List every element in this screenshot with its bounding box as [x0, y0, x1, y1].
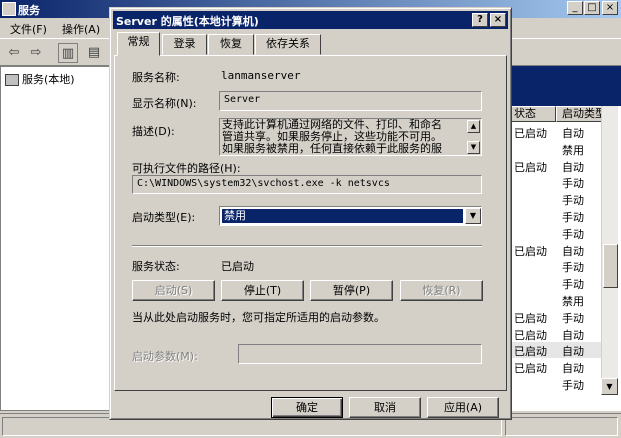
services-tree-pane: 服务(本地) [0, 66, 110, 411]
properties-icon[interactable]: ▤ [84, 43, 104, 63]
start-params-label: 启动参数(M): [132, 350, 198, 363]
row-startup-type: 自动 [562, 160, 584, 174]
tab-dependencies[interactable]: 依存关系 [255, 34, 321, 55]
table-row[interactable]: 手动 [508, 225, 601, 241]
stop-service-button[interactable]: 停止(T) [221, 280, 304, 301]
table-row[interactable]: 手动 [508, 208, 601, 224]
status-pane-right [505, 417, 618, 436]
row-status: 已启动 [514, 127, 547, 140]
display-name-field[interactable]: Server [219, 91, 482, 111]
tab-general[interactable]: 常规 [117, 32, 160, 56]
help-button[interactable]: ? [472, 13, 488, 27]
column-header-status[interactable]: 状态 [508, 106, 556, 122]
table-row[interactable]: 禁用 [508, 292, 601, 308]
start-service-button[interactable]: 启动(S) [132, 280, 215, 301]
dialog-close-button[interactable]: × [490, 13, 506, 27]
tree-item-services-local[interactable]: 服务(本地) [5, 71, 75, 87]
row-startup-type: 手动 [562, 211, 584, 224]
startup-type-label: 启动类型(E): [132, 211, 196, 224]
description-scroll-down-icon[interactable]: ▼ [467, 141, 480, 154]
row-startup-type: 手动 [562, 261, 584, 275]
exe-path-field[interactable]: C:\WINDOWS\system32\svchost.exe -k netsv… [132, 175, 482, 194]
table-row[interactable]: 手动 [508, 191, 601, 207]
menu-file[interactable]: 文件(F) [10, 21, 47, 37]
scrollbar-thumb[interactable] [603, 244, 618, 288]
row-status: 已启动 [514, 311, 547, 325]
scroll-down-arrow-icon[interactable]: ▼ [601, 378, 618, 395]
service-name-value: lanmanserver [221, 69, 301, 82]
description-scroll-up-icon[interactable]: ▲ [467, 120, 480, 133]
row-startup-type: 自动 [562, 345, 584, 359]
table-row[interactable]: 禁用 [508, 141, 601, 157]
display-name-label: 显示名称(N): [132, 97, 197, 110]
services-window-title: 服务 [18, 4, 40, 17]
table-row[interactable]: 已启动 自动 [508, 242, 601, 258]
service-status-label: 服务状态: [132, 260, 180, 273]
row-status: 已启动 [514, 244, 547, 258]
services-app-icon [2, 2, 16, 16]
back-arrow-icon[interactable]: ⇦ [4, 43, 24, 63]
pause-service-button[interactable]: 暂停(P) [310, 280, 393, 301]
row-startup-type: 手动 [562, 379, 584, 392]
table-row[interactable]: 已启动 自动 [508, 342, 601, 359]
forward-arrow-icon[interactable]: ⇨ [26, 43, 46, 63]
close-button[interactable]: × [602, 1, 618, 15]
tab-logon[interactable]: 登录 [162, 34, 207, 55]
separator [132, 245, 482, 247]
row-startup-type: 禁用 [562, 143, 584, 157]
table-row[interactable]: 手动 [508, 376, 601, 392]
gear-icon [5, 74, 19, 86]
description-label: 描述(D): [132, 125, 175, 138]
menu-action[interactable]: 操作(A) [62, 21, 100, 37]
table-row[interactable]: 手动 [508, 258, 601, 274]
resume-service-button[interactable]: 恢复(R) [400, 280, 483, 301]
show-hide-tree-icon[interactable]: ▥ [58, 43, 78, 63]
row-startup-type: 自动 [562, 328, 584, 342]
row-startup-type: 自动 [562, 127, 584, 140]
dialog-title: Server 的属性(本地计算机) [116, 15, 259, 28]
tree-item-label: 服务(本地) [22, 73, 75, 86]
tab-recovery[interactable]: 恢复 [208, 34, 254, 55]
table-row[interactable]: 手动 [508, 174, 601, 190]
ok-button[interactable]: 确定 [271, 397, 343, 418]
column-header-startup-type[interactable]: 启动类型 [556, 106, 604, 122]
description-line-3: 如果服务被禁用，任何直接依赖于此服务的服 [222, 142, 442, 155]
services-list-header: 状态 启动类型 [508, 106, 604, 122]
row-startup-type: 手动 [562, 278, 584, 292]
start-params-input[interactable] [238, 344, 482, 364]
table-row[interactable]: 已启动 自动 [508, 158, 601, 174]
startup-type-select[interactable]: 禁用 ▼ [219, 206, 482, 226]
cancel-button[interactable]: 取消 [349, 397, 421, 418]
row-status: 已启动 [514, 345, 547, 359]
server-properties-dialog: Server 的属性(本地计算机) ? × 常规 登录 恢复 依存关系 服务名称… [109, 7, 512, 420]
table-row[interactable]: 已启动 自动 [508, 124, 601, 140]
row-startup-type: 自动 [562, 362, 584, 376]
apply-button[interactable]: 应用(A) [427, 397, 499, 418]
service-status-value: 已启动 [221, 260, 254, 273]
table-row[interactable]: 已启动 手动 [508, 309, 601, 325]
row-startup-type: 手动 [562, 311, 584, 325]
minimize-button[interactable]: _ [567, 1, 583, 15]
start-params-hint: 当从此处启动服务时，您可指定所适用的启动参数。 [132, 311, 385, 324]
exe-path-label: 可执行文件的路径(H): [132, 162, 241, 175]
startup-type-selected-value: 禁用 [222, 209, 463, 223]
chevron-down-icon[interactable]: ▼ [465, 208, 481, 224]
table-row[interactable]: 已启动 自动 [508, 326, 601, 342]
row-status: 已启动 [514, 328, 547, 342]
row-startup-type: 手动 [562, 177, 584, 191]
table-row[interactable]: 已启动 自动 [508, 359, 601, 375]
services-list-banner [508, 66, 621, 106]
row-startup-type: 禁用 [562, 295, 584, 308]
dialog-title-bar[interactable]: Server 的属性(本地计算机) ? × [113, 11, 508, 29]
maximize-button[interactable]: □ [584, 1, 600, 15]
description-field[interactable]: 支持此计算机通过网络的文件、打印、和命名 管道共享。如果服务停止，这些功能不可用… [219, 118, 482, 156]
services-scrollbar[interactable] [601, 106, 618, 395]
table-row[interactable]: 手动 [508, 275, 601, 291]
row-startup-type: 自动 [562, 244, 584, 258]
row-startup-type: 手动 [562, 194, 584, 208]
row-status: 已启动 [514, 160, 547, 174]
service-name-label: 服务名称: [132, 71, 180, 84]
row-status: 已启动 [514, 362, 547, 376]
row-startup-type: 手动 [562, 227, 584, 241]
